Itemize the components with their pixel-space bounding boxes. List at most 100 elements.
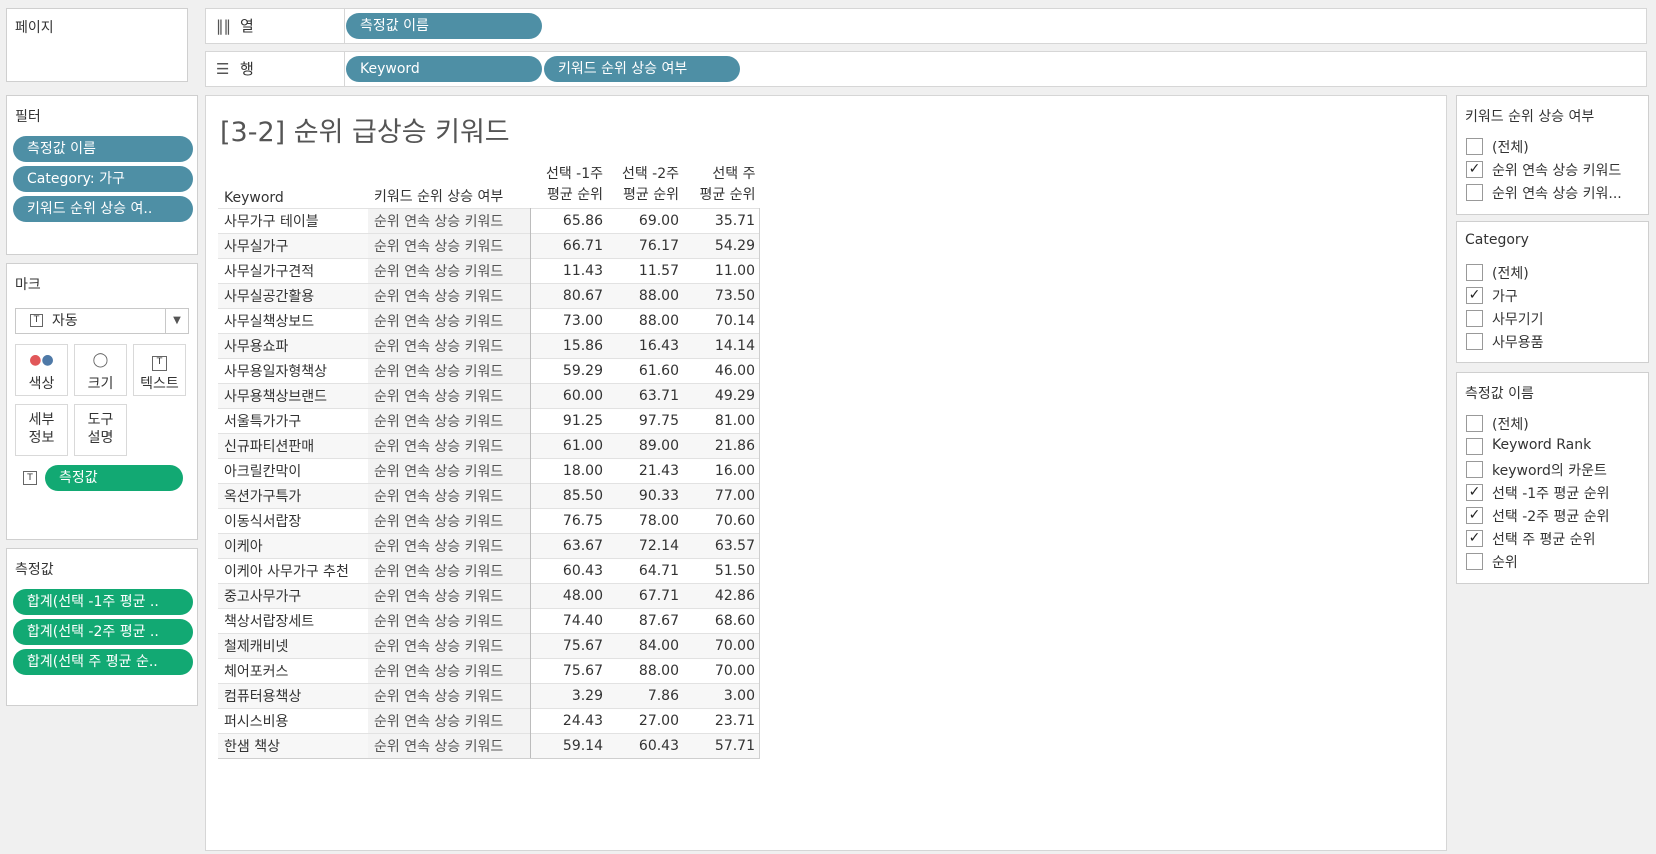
rows-pill-keyword[interactable]: Keyword (346, 56, 542, 82)
header-keyword[interactable]: Keyword (218, 160, 368, 209)
week-current-cell: 70.14 (683, 308, 760, 334)
table-row[interactable]: 사무용쇼파 순위 연속 상승 키워드 15.86 16.43 14.14 (218, 333, 760, 359)
rank-status-cell: 순위 연속 상승 키워드 (368, 458, 531, 484)
table-row[interactable]: 체어포커스 순위 연속 상승 키워드 75.67 88.00 70.00 (218, 658, 760, 684)
table-row[interactable]: 아크릴칸막이 순위 연속 상승 키워드 18.00 21.43 16.00 (218, 458, 760, 484)
columns-pill-measure-names[interactable]: 측정값 이름 (346, 13, 542, 39)
table-row[interactable]: 한샘 책상 순위 연속 상승 키워드 59.14 60.43 57.71 (218, 733, 760, 759)
week-minus2-cell: 64.71 (607, 558, 683, 584)
columns-shelf[interactable]: ‖‖ 열 측정값 이름 (205, 8, 1647, 44)
rank-status-cell: 순위 연속 상승 키워드 (368, 433, 531, 459)
checkbox-checked[interactable]: ✓ (1466, 161, 1483, 178)
table-row[interactable]: 사무용책상브랜드 순위 연속 상승 키워드 60.00 63.71 49.29 (218, 383, 760, 409)
filter-option-label[interactable]: 순위 연속 상승 키워... (1492, 183, 1622, 203)
rank-status-cell: 순위 연속 상승 키워드 (368, 383, 531, 409)
measure-values-title: 측정값 (15, 562, 54, 578)
filter-option-label[interactable]: Keyword Rank (1492, 437, 1591, 453)
filter-pill-measure-names[interactable]: 측정값 이름 (13, 136, 193, 162)
filter-option-label[interactable]: (전체) (1492, 263, 1529, 283)
header-week-minus2[interactable]: 선택 -2주 평균 순위 (607, 160, 683, 209)
week-minus2-cell: 84.00 (607, 633, 683, 659)
filter-option-label[interactable]: 선택 -1주 평균 순위 (1492, 483, 1609, 503)
week-current-cell: 57.71 (683, 733, 760, 759)
table-row[interactable]: 사무실가구견적 순위 연속 상승 키워드 11.43 11.57 11.00 (218, 258, 760, 284)
table-row[interactable]: 옥션가구특가 순위 연속 상승 키워드 85.50 90.33 77.00 (218, 483, 760, 509)
filter-option-label[interactable]: keyword의 카운트 (1492, 460, 1607, 480)
keyword-cell: 한샘 책상 (218, 733, 368, 759)
detail-card[interactable]: 세부 정보 (15, 404, 68, 456)
color-card[interactable]: ●● 색상 (15, 344, 68, 396)
header-week-minus1[interactable]: 선택 -1주 평균 순위 (531, 160, 608, 209)
filter-option-label[interactable]: 사무용품 (1492, 332, 1544, 352)
week-minus1-cell: 75.67 (530, 633, 607, 659)
week-minus1-cell: 61.00 (530, 433, 607, 459)
color-icon: ●● (29, 352, 54, 368)
marks-pill-measure-values[interactable]: 측정값 (45, 465, 183, 491)
keyword-cell: 사무용책상브랜드 (218, 383, 368, 409)
checkbox-checked[interactable]: ✓ (1466, 507, 1483, 524)
table-row[interactable]: 이동식서랍장 순위 연속 상승 키워드 76.75 78.00 70.60 (218, 508, 760, 534)
week-current-cell: 70.60 (683, 508, 760, 534)
rows-pill-rank-status[interactable]: 키워드 순위 상승 여부 (544, 56, 740, 82)
filter-option-label[interactable]: 가구 (1492, 286, 1518, 306)
table-row[interactable]: 사무가구 테이블 순위 연속 상승 키워드 65.86 69.00 35.71 (218, 208, 760, 234)
week-current-cell: 81.00 (683, 408, 760, 434)
checkbox-unchecked[interactable] (1466, 438, 1483, 455)
filter-pill-category[interactable]: Category: 가구 (13, 166, 193, 192)
filter-option-label[interactable]: 선택 주 평균 순위 (1492, 529, 1596, 549)
week-current-cell: 42.86 (683, 583, 760, 609)
week-minus1-cell: 3.29 (530, 683, 607, 709)
size-card[interactable]: ◯ 크기 (74, 344, 127, 396)
checkbox-checked[interactable]: ✓ (1466, 484, 1483, 501)
checkbox-unchecked[interactable] (1466, 461, 1483, 478)
tooltip-card[interactable]: 도구 설명 (74, 404, 127, 456)
checkbox-checked[interactable]: ✓ (1466, 530, 1483, 547)
table-row[interactable]: 철제캐비넷 순위 연속 상승 키워드 75.67 84.00 70.00 (218, 633, 760, 659)
checkbox-unchecked[interactable] (1466, 553, 1483, 570)
measure-pill-week-minus2[interactable]: 합계(선택 -2주 평균 .. (13, 619, 193, 645)
table-row[interactable]: 사무실책상보드 순위 연속 상승 키워드 73.00 88.00 70.14 (218, 308, 760, 334)
header-rank-status[interactable]: 키워드 순위 상승 여부 (368, 160, 531, 209)
marks-title: 마크 (15, 277, 41, 293)
rows-shelf[interactable]: ☰ 행 Keyword 키워드 순위 상승 여부 (205, 51, 1647, 87)
filter-option-label[interactable]: 순위 연속 상승 키워드 (1492, 160, 1621, 180)
table-row[interactable]: 사무용일자형책상 순위 연속 상승 키워드 59.29 61.60 46.00 (218, 358, 760, 384)
table-row[interactable]: 컴퓨터용책상 순위 연속 상승 키워드 3.29 7.86 3.00 (218, 683, 760, 709)
checkbox-unchecked[interactable] (1466, 138, 1483, 155)
filter-option-label[interactable]: 선택 -2주 평균 순위 (1492, 506, 1609, 526)
week-current-cell: 54.29 (683, 233, 760, 259)
filter-option-label[interactable]: 순위 (1492, 552, 1518, 572)
mark-type-dropdown[interactable]: T 자동 ▼ (15, 308, 189, 334)
filter-card-category: Category (전체) ✓ 가구 사무기기 사무용품 (1456, 221, 1649, 363)
table-row[interactable]: 책상서랍장세트 순위 연속 상승 키워드 74.40 87.67 68.60 (218, 608, 760, 634)
checkbox-unchecked[interactable] (1466, 184, 1483, 201)
table-row[interactable]: 신규파티션판매 순위 연속 상승 키워드 61.00 89.00 21.86 (218, 433, 760, 459)
text-card[interactable]: T 텍스트 (133, 344, 186, 396)
header-week-current[interactable]: 선택 주 평균 순위 (683, 160, 760, 209)
table-row[interactable]: 퍼시스비용 순위 연속 상승 키워드 24.43 27.00 23.71 (218, 708, 760, 734)
table-row[interactable]: 중고사무가구 순위 연속 상승 키워드 48.00 67.71 42.86 (218, 583, 760, 609)
table-row[interactable]: 서울특가가구 순위 연속 상승 키워드 91.25 97.75 81.00 (218, 408, 760, 434)
checkbox-unchecked[interactable] (1466, 264, 1483, 281)
chevron-down-icon[interactable]: ▼ (165, 309, 188, 333)
checkbox-unchecked[interactable] (1466, 310, 1483, 327)
week-minus1-cell: 73.00 (530, 308, 607, 334)
filter-pill-rank-status[interactable]: 키워드 순위 상승 여.. (13, 196, 193, 222)
filter-option-label[interactable]: (전체) (1492, 414, 1529, 434)
table-row[interactable]: 사무실가구 순위 연속 상승 키워드 66.71 76.17 54.29 (218, 233, 760, 259)
keyword-cell: 사무용쇼파 (218, 333, 368, 359)
table-row[interactable]: 이케아 사무가구 추천 순위 연속 상승 키워드 60.43 64.71 51.50 (218, 558, 760, 584)
table-row[interactable]: 사무실공간활용 순위 연속 상승 키워드 80.67 88.00 73.50 (218, 283, 760, 309)
table-row[interactable]: 이케아 순위 연속 상승 키워드 63.67 72.14 63.57 (218, 533, 760, 559)
checkbox-checked[interactable]: ✓ (1466, 287, 1483, 304)
filter-option-label[interactable]: (전체) (1492, 137, 1529, 157)
measure-pill-week-minus1[interactable]: 합계(선택 -1주 평균 .. (13, 589, 193, 615)
rank-status-cell: 순위 연속 상승 키워드 (368, 208, 531, 234)
checkbox-unchecked[interactable] (1466, 415, 1483, 432)
checkbox-unchecked[interactable] (1466, 333, 1483, 350)
week-current-cell: 23.71 (683, 708, 760, 734)
measure-pill-week-current[interactable]: 합계(선택 주 평균 순.. (13, 649, 193, 675)
week-current-cell: 11.00 (683, 258, 760, 284)
tooltip-card-label: 도구 설명 (87, 412, 114, 446)
filter-option-label[interactable]: 사무기기 (1492, 309, 1544, 329)
